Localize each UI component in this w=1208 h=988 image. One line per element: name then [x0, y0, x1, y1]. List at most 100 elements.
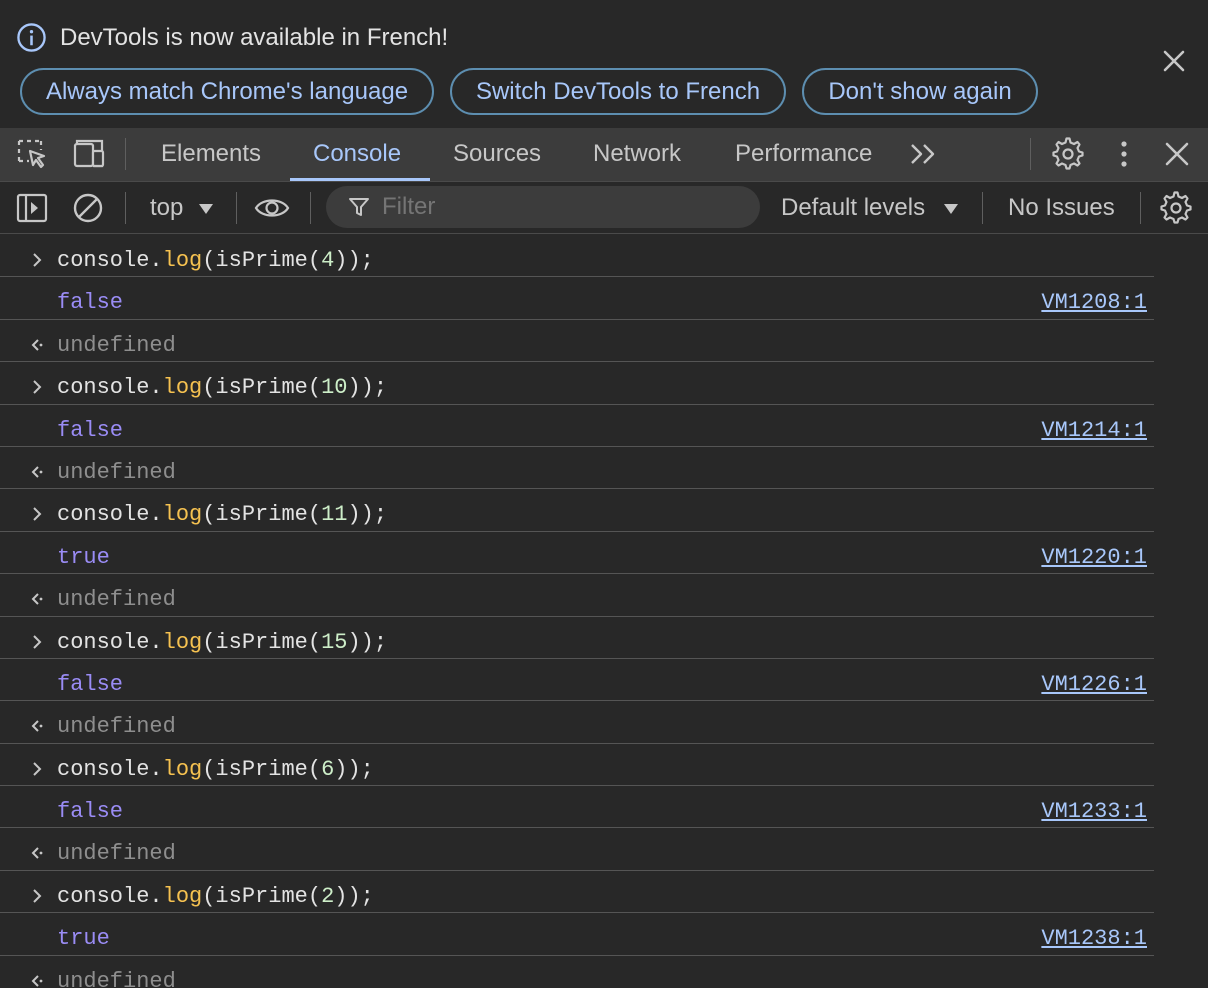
code-argument: 4 [321, 248, 335, 273]
clear-console-icon[interactable] [70, 190, 106, 226]
dont-show-again-button[interactable]: Don't show again [802, 68, 1038, 115]
source-link[interactable]: VM1214:1 [1041, 417, 1147, 445]
return-value-icon [31, 466, 43, 478]
output-value-row: false [57, 671, 123, 699]
code-call: (isPrime( [202, 248, 322, 273]
source-link[interactable]: VM1226:1 [1041, 671, 1147, 699]
console-message-result: true VM1238:1 [0, 913, 1154, 956]
input-code: console.log(isPrime(4)); [57, 247, 374, 275]
tab-performance[interactable]: Performance [735, 128, 872, 181]
input-chevron-icon [33, 761, 42, 776]
code-object: console. [57, 756, 163, 782]
output-value-row: true [57, 925, 110, 953]
code-object: console. [57, 375, 163, 401]
input-chevron-icon [33, 634, 42, 649]
active-tab-indicator [290, 178, 430, 181]
toolbar-divider [125, 192, 126, 224]
code-argument: 6 [321, 756, 335, 782]
toolbar-divider [236, 192, 237, 224]
issues-counter[interactable]: No Issues [1008, 193, 1115, 223]
code-close: )); [347, 629, 388, 655]
return-value-icon [31, 847, 43, 860]
console-message-input: console.log(isPrime(15)); [0, 617, 1154, 659]
code-call: (isPrime( [202, 629, 322, 655]
close-infobar-icon[interactable] [1160, 47, 1188, 75]
return-value-row: undefined [57, 332, 176, 360]
close-devtools-icon[interactable] [1160, 137, 1194, 171]
settings-icon[interactable] [1051, 137, 1085, 171]
code-object: console. [57, 629, 163, 655]
info-icon [17, 23, 46, 52]
code-object: console. [57, 502, 163, 528]
input-chevron-icon [33, 380, 42, 394]
chevron-down-icon [199, 204, 213, 214]
live-expression-eye-icon[interactable] [254, 190, 290, 226]
tab-console[interactable]: Console [313, 128, 401, 181]
return-value-icon [31, 720, 43, 733]
output-value-row: false [57, 289, 123, 317]
code-argument: 10 [321, 375, 348, 401]
tab-elements[interactable]: Elements [161, 128, 261, 181]
source-link[interactable]: VM1208:1 [1041, 289, 1147, 317]
code-function: log [162, 248, 203, 273]
infobar-message: DevTools is now available in French! [60, 24, 449, 51]
device-toolbar-icon[interactable] [72, 137, 106, 171]
code-object: console. [57, 248, 163, 273]
console-message-input: console.log(isPrime(10)); [0, 362, 1154, 405]
input-chevron-icon [33, 889, 42, 903]
output-value-row: false [57, 798, 123, 826]
return-value: undefined [57, 714, 176, 740]
toolbar-divider [310, 192, 311, 224]
inspect-element-icon[interactable] [16, 137, 50, 171]
output-value-row: false [57, 417, 123, 445]
return-value: undefined [57, 459, 176, 485]
console-message-input: console.log(isPrime(6)); [0, 744, 1154, 787]
console-message-return: undefined [0, 447, 1154, 490]
output-value: true [57, 544, 110, 570]
code-call: (isPrime( [202, 375, 322, 401]
source-link[interactable]: VM1238:1 [1041, 925, 1147, 953]
output-value-row: true [57, 544, 110, 572]
code-argument: 15 [321, 629, 348, 655]
code-close: )); [347, 375, 388, 401]
filter-input[interactable] [382, 192, 742, 222]
source-link[interactable]: VM1233:1 [1041, 798, 1147, 826]
console-log: console.log(isPrime(4)); false VM1208:1 und… [0, 235, 1208, 988]
input-code: console.log(isPrime(6)); [57, 756, 374, 784]
console-message-result: false VM1233:1 [0, 786, 1154, 829]
context-selector[interactable]: top [150, 193, 183, 223]
input-chevron-icon [33, 253, 42, 267]
console-message-return: undefined [0, 701, 1154, 744]
show-sidebar-icon[interactable] [14, 190, 50, 226]
filter-icon [349, 198, 369, 216]
console-message-result: false VM1226:1 [0, 659, 1154, 702]
code-function: log [162, 375, 203, 401]
input-code: console.log(isPrime(11)); [57, 501, 387, 529]
input-code: console.log(isPrime(10)); [57, 374, 387, 402]
console-message-return: undefined [0, 320, 1154, 363]
filter-box[interactable] [326, 186, 760, 228]
more-tabs-icon[interactable] [907, 137, 941, 171]
tab-sources[interactable]: Sources [453, 128, 541, 181]
code-call: (isPrime( [202, 756, 322, 782]
code-call: (isPrime( [202, 502, 322, 528]
output-value: true [57, 926, 110, 952]
switch-to-french-button[interactable]: Switch DevTools to French [450, 68, 786, 115]
tab-network[interactable]: Network [593, 128, 681, 181]
main-toolbar: Elements Console Sources Network Perform… [0, 128, 1208, 182]
source-link[interactable]: VM1220:1 [1041, 544, 1147, 572]
toolbar-divider [1030, 138, 1031, 170]
return-value: undefined [57, 587, 176, 613]
console-settings-icon[interactable] [1158, 190, 1194, 226]
return-value-row: undefined [57, 459, 176, 487]
code-argument: 11 [321, 502, 348, 528]
console-message-return: undefined [0, 828, 1154, 871]
console-message-return: undefined [0, 956, 1154, 988]
log-levels-dropdown[interactable]: Default levels [781, 193, 925, 223]
always-match-language-button[interactable]: Always match Chrome's language [20, 68, 434, 115]
output-value: false [57, 799, 124, 825]
return-value-icon [31, 974, 43, 987]
more-options-icon[interactable] [1107, 137, 1141, 171]
return-value-icon [31, 339, 43, 351]
console-message-result: true VM1220:1 [0, 532, 1154, 575]
